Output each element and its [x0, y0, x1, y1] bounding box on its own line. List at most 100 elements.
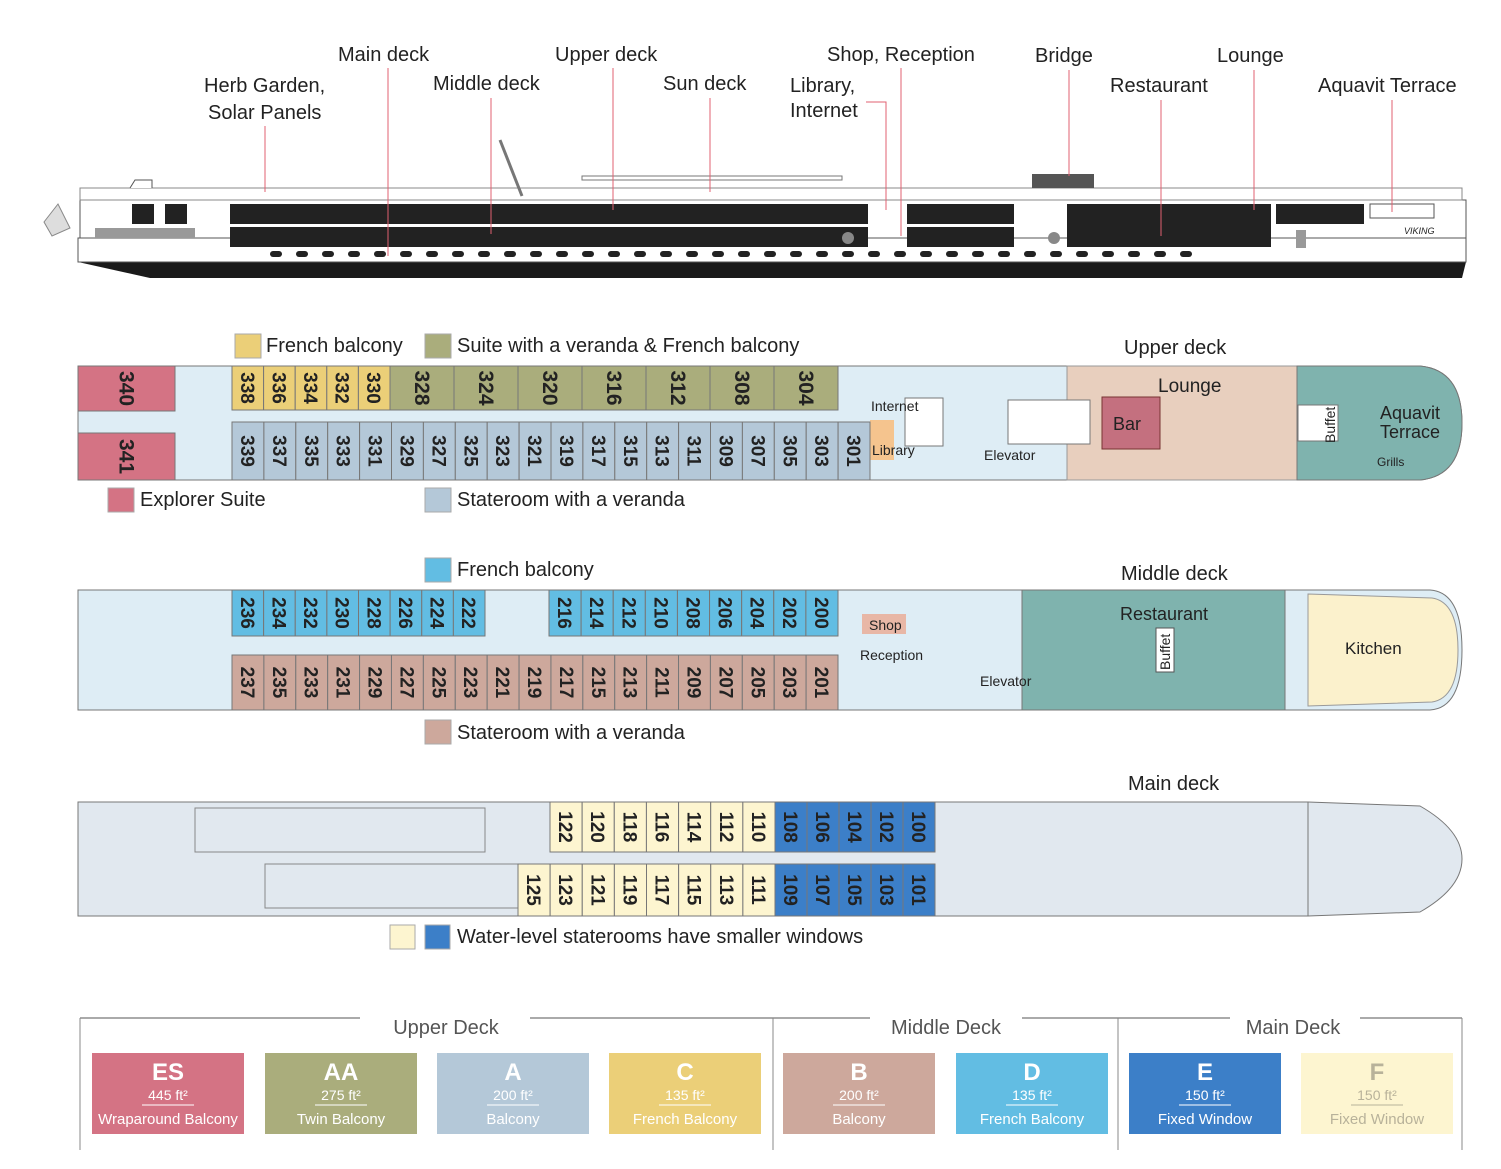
- cabin-226[interactable]: 226: [389, 589, 423, 637]
- cabin-204[interactable]: 204: [741, 589, 775, 637]
- cabin-216[interactable]: 216: [548, 589, 582, 637]
- cabin-208[interactable]: 208: [676, 589, 711, 637]
- cabin-311[interactable]: 311: [678, 421, 711, 481]
- cabin-104[interactable]: 104: [838, 801, 872, 853]
- cabin-201[interactable]: 201: [805, 654, 839, 711]
- cabin-108[interactable]: 108: [774, 801, 808, 853]
- cabin-304[interactable]: 304: [773, 365, 839, 411]
- cabin-323[interactable]: 323: [486, 421, 520, 481]
- cabin-313[interactable]: 313: [646, 421, 680, 481]
- cabin-120[interactable]: 120: [581, 801, 615, 853]
- cabin-236[interactable]: 236: [231, 589, 265, 637]
- cabin-234[interactable]: 234: [263, 589, 296, 637]
- cabin-200[interactable]: 200: [805, 589, 839, 637]
- cabin-102[interactable]: 102: [870, 801, 904, 853]
- cabin-206[interactable]: 206: [709, 589, 743, 637]
- cabin-333[interactable]: 333: [327, 421, 361, 481]
- cabin-103[interactable]: 103: [870, 863, 904, 917]
- cabin-229[interactable]: 229: [359, 654, 392, 711]
- cabin-207[interactable]: 207: [709, 654, 743, 711]
- cabin-320[interactable]: 320: [517, 365, 583, 411]
- cabin-123[interactable]: 123: [549, 863, 583, 917]
- cabin-125[interactable]: 125: [517, 863, 551, 917]
- cabin-202[interactable]: 202: [773, 589, 807, 637]
- cabin-335[interactable]: 335: [295, 421, 329, 481]
- cabin-340[interactable]: 340: [77, 365, 176, 412]
- cabin-110[interactable]: 110: [742, 801, 776, 853]
- cabin-217[interactable]: 217: [550, 654, 584, 711]
- cabin-337[interactable]: 337: [263, 421, 297, 481]
- cabin-329[interactable]: 329: [391, 421, 424, 481]
- cabin-339[interactable]: 339: [231, 421, 265, 481]
- cabin-316[interactable]: 316: [581, 365, 647, 411]
- cabin-214[interactable]: 214: [580, 589, 614, 637]
- cabin-303[interactable]: 303: [805, 421, 839, 481]
- cabin-210[interactable]: 210: [644, 589, 678, 637]
- cabin-101[interactable]: 101: [902, 863, 936, 917]
- cabin-222[interactable]: 222: [452, 589, 486, 637]
- cabin-105[interactable]: 105: [838, 863, 872, 917]
- cabin-111[interactable]: 111: [742, 863, 776, 917]
- cabin-233[interactable]: 233: [295, 654, 329, 711]
- cabin-237[interactable]: 237: [231, 654, 265, 711]
- cabin-235[interactable]: 235: [263, 654, 297, 711]
- cabin-301[interactable]: 301: [837, 421, 871, 481]
- cabin-228[interactable]: 228: [358, 589, 391, 637]
- cabin-116[interactable]: 116: [645, 801, 680, 853]
- cabin-317[interactable]: 317: [582, 421, 616, 481]
- cabin-231[interactable]: 231: [327, 654, 361, 711]
- cabin-122[interactable]: 122: [549, 801, 583, 853]
- cabin-331[interactable]: 331: [359, 421, 393, 481]
- cabin-100[interactable]: 100: [902, 801, 936, 853]
- cabin-118[interactable]: 118: [613, 801, 647, 853]
- cabin-321[interactable]: 321: [518, 421, 552, 481]
- cabin-number: 224: [426, 597, 447, 629]
- cabin-211[interactable]: 211: [646, 654, 680, 711]
- cabin-203[interactable]: 203: [773, 654, 807, 711]
- cabin-325[interactable]: 325: [454, 421, 488, 481]
- category-code: D: [1023, 1059, 1040, 1086]
- cabin-112[interactable]: 112: [710, 801, 744, 853]
- cabin-219[interactable]: 219: [518, 654, 552, 711]
- cabin-121[interactable]: 121: [581, 863, 615, 917]
- cabin-230[interactable]: 230: [326, 589, 359, 637]
- cabin-232[interactable]: 232: [294, 589, 328, 637]
- cabin-225[interactable]: 225: [422, 654, 456, 711]
- cabin-119[interactable]: 119: [613, 863, 647, 917]
- cabin-305[interactable]: 305: [773, 421, 807, 481]
- cabin-215[interactable]: 215: [582, 654, 616, 711]
- cabin-number: 319: [555, 435, 576, 467]
- cabin-213[interactable]: 213: [614, 654, 648, 711]
- cabin-336[interactable]: 336: [263, 365, 296, 411]
- cabin-223[interactable]: 223: [454, 654, 488, 711]
- cabin-117[interactable]: 117: [646, 863, 680, 917]
- cabin-106[interactable]: 106: [806, 801, 840, 853]
- cabin-224[interactable]: 224: [421, 589, 454, 637]
- cabin-205[interactable]: 205: [741, 654, 775, 711]
- cabin-328[interactable]: 328: [389, 365, 455, 411]
- cabin-309[interactable]: 309: [710, 421, 743, 481]
- cabin-114[interactable]: 114: [678, 801, 712, 853]
- cabin-327[interactable]: 327: [422, 421, 456, 481]
- cabin-315[interactable]: 315: [614, 421, 648, 481]
- cabin-307[interactable]: 307: [741, 421, 775, 481]
- cabin-319[interactable]: 319: [550, 421, 584, 481]
- cabin-209[interactable]: 209: [678, 654, 711, 711]
- category-code: B: [850, 1059, 867, 1086]
- cabin-113[interactable]: 113: [710, 863, 744, 917]
- cabin-312[interactable]: 312: [645, 365, 711, 411]
- cabin-341[interactable]: 341: [77, 432, 176, 481]
- cabin-107[interactable]: 107: [806, 863, 840, 917]
- cabin-number: 311: [683, 436, 704, 467]
- cabin-109[interactable]: 109: [774, 863, 808, 917]
- cabin-338[interactable]: 338: [231, 365, 265, 411]
- cabin-324[interactable]: 324: [453, 365, 519, 411]
- cabin-221[interactable]: 221: [486, 654, 520, 711]
- cabin-227[interactable]: 227: [390, 654, 424, 711]
- cabin-308[interactable]: 308: [709, 365, 775, 411]
- cabin-330[interactable]: 330: [357, 365, 391, 411]
- cabin-212[interactable]: 212: [612, 589, 646, 637]
- cabin-115[interactable]: 115: [678, 863, 712, 917]
- cabin-334[interactable]: 334: [294, 365, 328, 411]
- cabin-332[interactable]: 332: [326, 365, 359, 411]
